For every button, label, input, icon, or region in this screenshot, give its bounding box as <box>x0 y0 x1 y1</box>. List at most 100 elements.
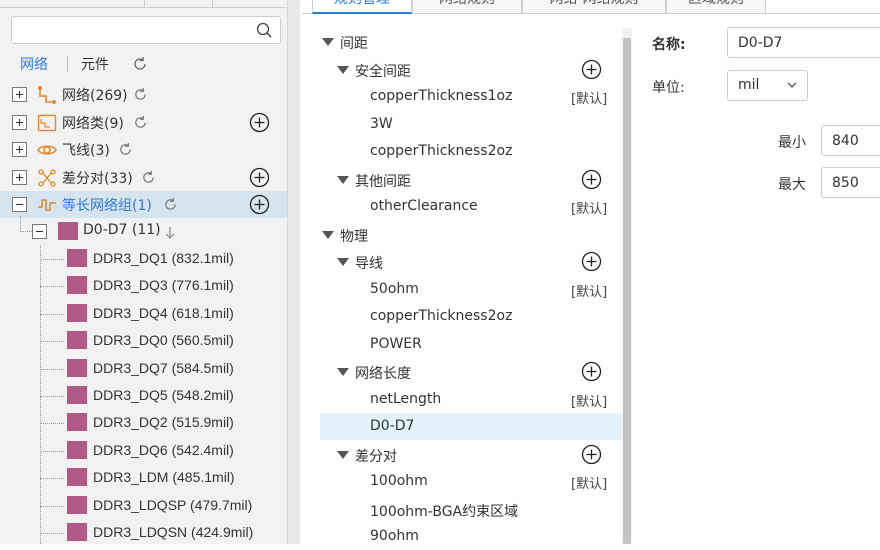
net-icon <box>38 86 56 104</box>
connector <box>40 478 64 480</box>
rule-label: 安全间距 <box>355 63 411 80</box>
tree-group-row[interactable]: 等长网络组(1) <box>0 191 287 218</box>
max-input[interactable] <box>832 168 880 197</box>
min-field[interactable] <box>821 125 880 156</box>
tab-component[interactable]: 元件 <box>81 54 109 74</box>
rule-row[interactable]: copperThickness1oz [默认] <box>320 83 622 110</box>
refresh-icon[interactable] <box>163 197 178 212</box>
rule-category-row[interactable]: 间距 <box>320 28 622 55</box>
tree-group-row[interactable]: 飞线(3) <box>0 136 287 163</box>
collapse-toggle[interactable] <box>32 224 47 239</box>
add-icon[interactable] <box>249 167 270 188</box>
tree-group-label: 差分对(33) <box>62 170 133 187</box>
tab-net-net-rules[interactable]: 网络-网络规则 <box>522 0 666 14</box>
net-row[interactable]: DDR3_DQ3 (776.1mil) <box>0 272 287 299</box>
add-icon[interactable] <box>581 251 602 272</box>
rule-label: 90ohm <box>370 528 419 544</box>
add-icon[interactable] <box>249 112 270 133</box>
collapse-toggle[interactable] <box>12 197 27 212</box>
rule-row[interactable]: 90ohm <box>320 523 622 550</box>
net-label: DDR3_DQ1 (832.1mil) <box>93 250 234 266</box>
refresh-icon[interactable] <box>132 56 148 72</box>
expand-toggle[interactable] <box>12 142 27 157</box>
arrow-down-icon[interactable] <box>164 226 176 240</box>
net-row[interactable]: DDR3_DQ7 (584.5mil) <box>0 355 287 382</box>
rule-row[interactable]: netLength [默认] <box>320 386 622 413</box>
rule-tree-scrollbar[interactable] <box>622 28 632 544</box>
caret-down-icon[interactable] <box>322 38 334 46</box>
diff-pair-icon <box>38 168 56 187</box>
rule-category-row[interactable]: 差分对 <box>320 441 622 468</box>
rule-row[interactable]: 100ohm [默认] <box>320 468 622 495</box>
tab-rule-management[interactable]: 规则管理 <box>312 0 412 14</box>
expand-toggle[interactable] <box>12 169 27 185</box>
net-row[interactable]: DDR3_DQ4 (618.1mil) <box>0 300 287 327</box>
search-icon[interactable] <box>256 22 272 38</box>
search-box[interactable] <box>11 16 281 44</box>
caret-down-icon[interactable] <box>337 368 349 376</box>
net-row[interactable]: DDR3_DQ0 (560.5mil) <box>0 327 287 354</box>
net-row[interactable]: DDR3_LDM (485.1mil) <box>0 464 287 491</box>
caret-down-icon[interactable] <box>337 175 349 184</box>
tree-group-row[interactable]: 网络(269) <box>0 81 287 108</box>
rule-category-row[interactable]: 物理 <box>320 221 622 248</box>
net-row[interactable]: DDR3_DQ5 (548.2mil) <box>0 382 287 409</box>
net-row[interactable]: DDR3_DQ2 (515.9mil) <box>0 409 287 436</box>
panel-splitter[interactable] <box>288 0 300 544</box>
net-row[interactable]: DDR3_LDQSN (424.9mil) <box>0 519 287 544</box>
expand-toggle[interactable] <box>12 87 27 102</box>
rule-category-row[interactable]: 安全间距 <box>320 56 622 83</box>
rule-label: POWER <box>370 335 422 352</box>
connector <box>40 259 64 260</box>
default-badge: [默认] <box>571 394 608 410</box>
tree-group-row[interactable]: 差分对(33) <box>0 164 287 191</box>
tab-region-rules[interactable]: 区域规则 <box>666 0 766 14</box>
tab-network[interactable]: 网络 <box>20 54 48 74</box>
add-icon[interactable] <box>581 361 602 382</box>
max-field[interactable] <box>821 167 880 198</box>
net-row[interactable]: DDR3_DQ1 (832.1mil) <box>0 245 287 272</box>
default-badge: [默认] <box>571 284 608 300</box>
rule-row[interactable]: 100ohm-BGA约束区域 <box>320 496 622 523</box>
caret-down-icon[interactable] <box>322 230 334 239</box>
color-swatch <box>67 468 87 487</box>
unit-select[interactable]: mil <box>727 70 808 101</box>
tree-group-row[interactable]: 网络类(9) <box>0 109 287 136</box>
rule-row[interactable]: 3W <box>320 111 622 138</box>
refresh-icon[interactable] <box>118 142 133 157</box>
tab-net-rules[interactable]: 网络规则 <box>412 0 522 14</box>
name-field[interactable] <box>727 27 880 58</box>
refresh-icon[interactable] <box>141 170 156 185</box>
refresh-icon[interactable] <box>133 115 148 130</box>
add-icon[interactable] <box>249 194 270 215</box>
color-swatch <box>67 276 87 295</box>
rule-row[interactable]: copperThickness2oz <box>320 138 622 165</box>
rule-row[interactable]: D0-D7 <box>320 413 622 440</box>
rule-row[interactable]: 50ohm [默认] <box>320 276 622 303</box>
caret-down-icon[interactable] <box>337 65 349 74</box>
rule-category-row[interactable]: 网络长度 <box>320 358 622 385</box>
unit-label: 单位: <box>652 80 685 96</box>
rule-category-row[interactable]: 导线 <box>320 248 622 275</box>
rule-tabs: 规则管理 网络规则 网络-网络规则 区域规则 <box>302 0 880 14</box>
scrollbar-thumb[interactable] <box>623 38 631 544</box>
caret-down-icon[interactable] <box>337 450 349 459</box>
rule-row[interactable]: POWER <box>320 331 622 358</box>
rule-row[interactable]: copperThickness2oz <box>320 303 622 330</box>
min-input[interactable] <box>832 126 880 155</box>
add-icon[interactable] <box>581 444 602 465</box>
net-row[interactable]: DDR3_LDQSP (479.7mil) <box>0 492 287 519</box>
name-input[interactable] <box>738 28 858 57</box>
rule-category-row[interactable]: 其他间距 <box>320 166 622 193</box>
left-subtabs: 网络 元件 <box>0 48 287 78</box>
add-icon[interactable] <box>581 59 602 80</box>
rule-row[interactable]: otherClearance [默认] <box>320 193 622 220</box>
net-group-item[interactable]: D0-D7 (11) <box>0 218 287 245</box>
refresh-icon[interactable] <box>133 87 148 102</box>
add-icon[interactable] <box>581 169 602 190</box>
caret-down-icon[interactable] <box>337 258 349 266</box>
color-swatch <box>67 523 87 541</box>
net-row[interactable]: DDR3_DQ6 (542.4mil) <box>0 437 287 464</box>
search-input[interactable] <box>18 17 248 43</box>
expand-toggle[interactable] <box>12 114 27 130</box>
